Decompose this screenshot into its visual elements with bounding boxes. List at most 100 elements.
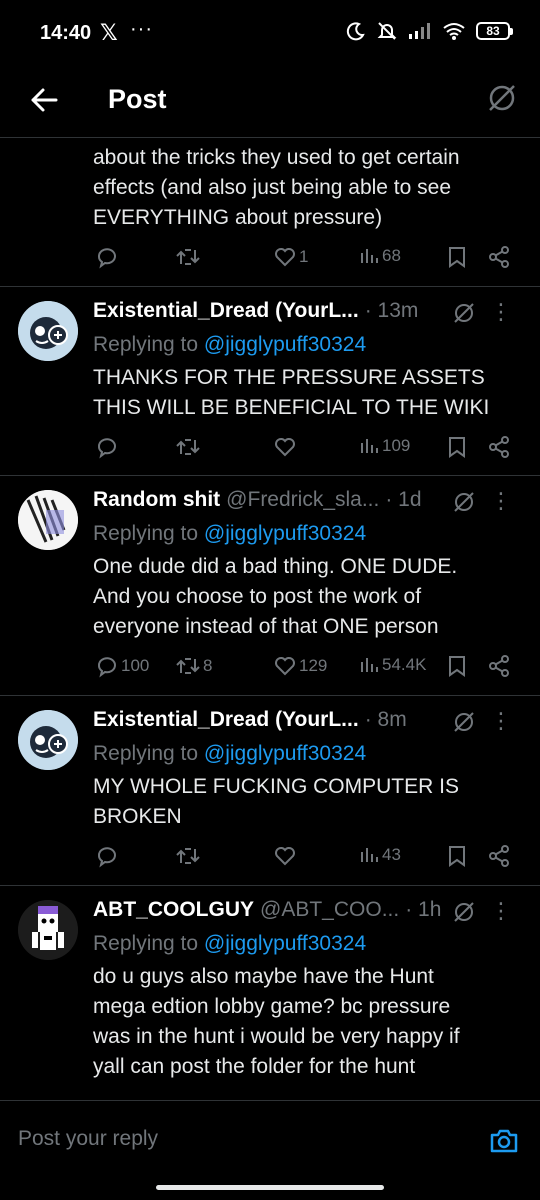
avatar-image — [18, 490, 78, 550]
views-button[interactable]: 54.4K — [358, 654, 426, 676]
home-indicator[interactable] — [156, 1185, 384, 1190]
view-count: 68 — [382, 246, 401, 265]
reply-icon — [98, 248, 116, 269]
share-icon — [489, 246, 509, 268]
reply-composer[interactable]: Post your reply — [0, 1100, 540, 1180]
mention-link[interactable]: @jigglypuff30324 — [204, 333, 366, 356]
text-line: THANKS FOR THE PRESSURE ASSETS — [93, 366, 485, 389]
like-count: 129 — [299, 656, 328, 675]
share-button[interactable] — [487, 245, 511, 269]
like-count: 1 — [299, 247, 309, 266]
reply-input[interactable]: Post your reply — [18, 1127, 158, 1151]
share-icon — [489, 436, 509, 458]
reply-text: MY WHOLE FUCKING COMPUTER IS BROKEN — [93, 772, 523, 832]
repost-count: 8 — [203, 656, 213, 675]
camera-icon[interactable] — [488, 1125, 520, 1157]
views-button[interactable]: 109 — [358, 435, 410, 457]
more-notifications-icon: ··· — [130, 18, 153, 40]
reply-tweet[interactable]: Random shit @Fredrick_sla... · 1d ⋮ Repl… — [0, 476, 540, 696]
status-bar: 14:40 𝕏 ··· 83 — [0, 0, 540, 66]
views-button[interactable]: 43 — [358, 844, 401, 866]
bookmark-button[interactable] — [446, 844, 468, 868]
author-line: Existential_Dread (YourL... · 13m — [93, 299, 418, 327]
repost-icon — [176, 439, 200, 455]
bell-muted-icon — [377, 22, 397, 40]
grok-icon[interactable] — [452, 900, 476, 924]
display-name[interactable]: Existential_Dread (YourL... — [93, 299, 359, 323]
display-name[interactable]: Existential_Dread (YourL... — [93, 708, 359, 732]
author-line: Existential_Dread (YourL... · 8m — [93, 708, 407, 736]
timestamp: · 1h — [405, 898, 442, 921]
more-options-icon[interactable]: ⋮ — [490, 299, 512, 325]
user-handle[interactable]: @Fredrick_sla... — [226, 488, 379, 512]
display-name[interactable]: Random shit — [93, 488, 220, 512]
reply-text: THANKS FOR THE PRESSURE ASSETS THIS WILL… — [93, 363, 523, 423]
like-button[interactable]: 1 — [273, 245, 308, 269]
reply-tweet[interactable]: ABT_COOLGUY @ABT_COO... · 1h ⋮ Replying … — [0, 886, 540, 1100]
share-button[interactable] — [487, 435, 511, 459]
repost-button[interactable] — [175, 435, 201, 459]
bookmark-button[interactable] — [446, 654, 468, 678]
status-icons: 83 — [346, 20, 513, 42]
grok-icon[interactable] — [452, 301, 476, 325]
reply-button[interactable]: 100 — [95, 654, 149, 678]
repost-button[interactable] — [175, 844, 201, 868]
share-icon — [489, 655, 509, 677]
repost-button[interactable] — [175, 245, 201, 269]
signal-icon — [409, 23, 430, 39]
page-title: Post — [108, 84, 167, 114]
grok-icon[interactable] — [486, 82, 518, 114]
mention-link[interactable]: @jigglypuff30324 — [204, 932, 366, 955]
text-line: And you choose to post the work of — [93, 585, 422, 608]
display-name[interactable]: ABT_COOLGUY — [93, 898, 254, 922]
reply-button[interactable] — [95, 245, 119, 269]
share-button[interactable] — [487, 844, 511, 868]
avatar[interactable] — [18, 710, 78, 770]
reply-tweet[interactable]: Existential_Dread (YourL... · 8m ⋮ Reply… — [0, 696, 540, 886]
share-button[interactable] — [487, 654, 511, 678]
more-options-icon[interactable]: ⋮ — [490, 898, 512, 924]
heart-icon — [275, 657, 295, 676]
timestamp: · 13m — [364, 299, 419, 322]
reply-tweet[interactable]: Existential_Dread (YourL... · 13m ⋮ Repl… — [0, 287, 540, 476]
like-button[interactable]: 129 — [273, 654, 327, 678]
grok-icon[interactable] — [452, 710, 476, 734]
action-bar: 1 68 — [93, 245, 523, 275]
timestamp: · 1d — [385, 488, 422, 511]
replying-label: Replying to — [93, 333, 204, 356]
replying-label: Replying to — [93, 932, 204, 955]
text-line: about the tricks they used to get certai… — [93, 146, 460, 169]
avatar[interactable] — [18, 490, 78, 550]
avatar[interactable] — [18, 301, 78, 361]
user-handle[interactable]: @ABT_COO... — [260, 898, 399, 922]
avatar[interactable] — [18, 900, 78, 960]
replying-to: Replying to @jigglypuff30324 — [93, 333, 366, 357]
repost-icon — [176, 249, 200, 265]
grok-icon[interactable] — [452, 490, 476, 514]
reply-button[interactable] — [95, 435, 119, 459]
back-arrow-icon[interactable] — [26, 82, 62, 118]
more-options-icon[interactable]: ⋮ — [490, 708, 512, 734]
reply-text: do u guys also maybe have the Hunt mega … — [93, 962, 523, 1082]
repost-button[interactable]: 8 — [175, 654, 212, 678]
bookmark-button[interactable] — [446, 245, 468, 269]
avatar-image — [18, 301, 78, 361]
bookmark-button[interactable] — [446, 435, 468, 459]
view-count: 109 — [382, 436, 411, 455]
mention-link[interactable]: @jigglypuff30324 — [204, 742, 366, 765]
text-line: MY WHOLE FUCKING COMPUTER IS — [93, 775, 459, 798]
text-line: was in the hunt i would be very happy if — [93, 1025, 460, 1048]
mention-link[interactable]: @jigglypuff30324 — [204, 522, 366, 545]
views-button[interactable]: 68 — [358, 245, 401, 267]
reply-button[interactable] — [95, 844, 119, 868]
more-options-icon[interactable]: ⋮ — [490, 488, 512, 514]
reply-fragment[interactable]: about the tricks they used to get certai… — [0, 139, 540, 287]
like-button[interactable] — [273, 844, 297, 868]
heart-icon — [275, 248, 295, 267]
view-count: 54.4K — [382, 655, 427, 674]
heart-icon — [275, 847, 295, 866]
like-button[interactable] — [273, 435, 297, 459]
bookmark-icon — [449, 656, 465, 677]
x-logo-icon: 𝕏 — [100, 20, 118, 45]
moon-icon — [346, 22, 365, 41]
